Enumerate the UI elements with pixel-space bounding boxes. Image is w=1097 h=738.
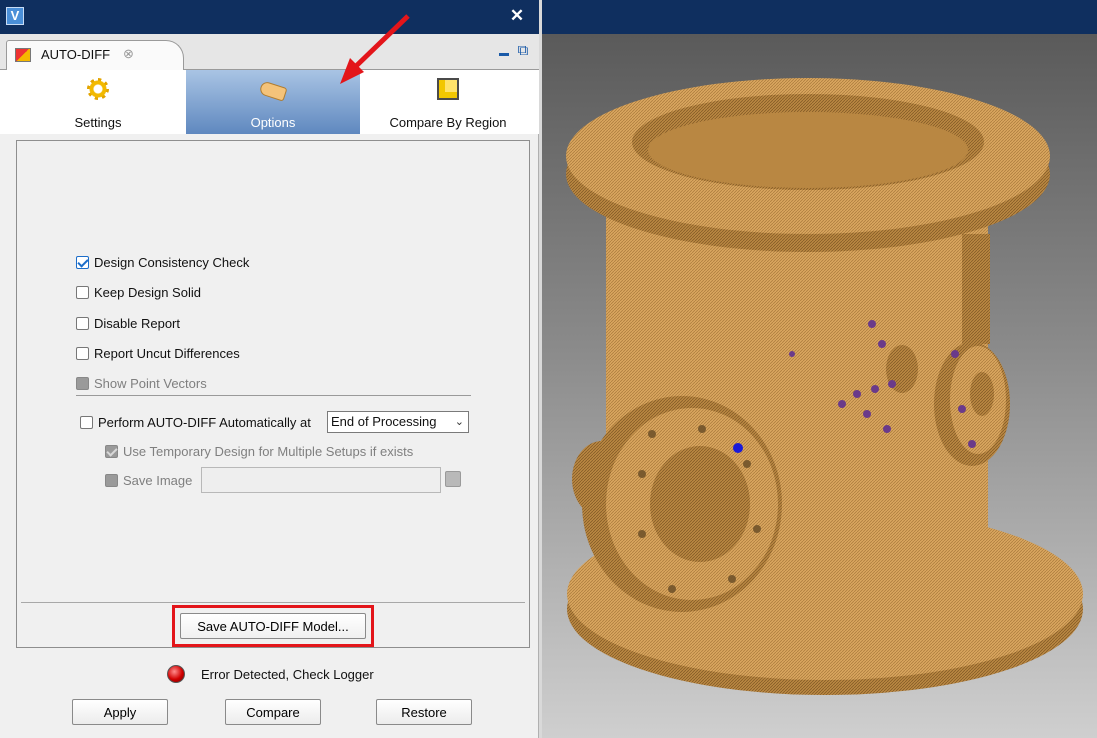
design-consistency-check-checkbox[interactable] — [76, 255, 89, 269]
perform-when-select[interactable]: End of Processing ⌄ — [327, 411, 469, 433]
save-image-checkbox — [105, 473, 118, 487]
save-auto-diff-model-button[interactable]: Save AUTO-DIFF Model... — [180, 613, 366, 639]
disable-report-checkbox[interactable] — [76, 316, 89, 330]
tab-settings[interactable]: Settings — [10, 70, 186, 134]
apply-button[interactable]: Apply — [72, 699, 168, 725]
float-window-icon[interactable]: ⧉ — [514, 42, 532, 60]
perform-auto-diff-checkbox[interactable] — [80, 415, 93, 429]
keep-design-solid-checkbox[interactable] — [76, 285, 89, 299]
status-text: Error Detected, Check Logger — [201, 666, 374, 682]
divider — [76, 395, 471, 396]
save-image-path-field — [201, 467, 441, 493]
tab-auto-diff[interactable]: AUTO-DIFF ⊗ — [6, 40, 184, 70]
perform-when-value: End of Processing — [331, 414, 437, 429]
error-light-icon — [167, 665, 185, 683]
use-temporary-design-row: Use Temporary Design for Multiple Setups… — [105, 441, 413, 461]
design-consistency-check-label: Design Consistency Check — [94, 254, 250, 270]
tab-compare-by-region-label: Compare By Region — [389, 115, 507, 130]
chevron-down-icon: ⌄ — [454, 416, 464, 428]
cube-icon — [437, 78, 459, 100]
report-uncut-differences-label: Report Uncut Differences — [94, 345, 240, 361]
restore-button[interactable]: Restore — [376, 699, 472, 725]
tab-options-label: Options — [250, 115, 296, 130]
close-icon[interactable]: ✕ — [507, 6, 527, 26]
compare-button[interactable]: Compare — [225, 699, 321, 725]
status-indicator: Error Detected, Check Logger — [167, 664, 374, 684]
save-image-label: Save Image — [123, 472, 193, 488]
perform-auto-diff-row[interactable]: Perform AUTO-DIFF Automatically at — [80, 412, 311, 432]
gear-icon — [87, 78, 109, 100]
auto-diff-panel: AUTO-DIFF ⊗ ⧉ Settings Options Compare B… — [0, 34, 539, 738]
minimize-icon[interactable] — [497, 44, 511, 58]
3d-viewport[interactable] — [542, 34, 1097, 738]
tab-settings-label: Settings — [74, 115, 122, 130]
show-point-vectors-label: Show Point Vectors — [94, 375, 207, 391]
keep-design-solid-row[interactable]: Keep Design Solid — [76, 282, 201, 302]
options-toolbar: Settings Options Compare By Region — [0, 70, 539, 134]
title-bar: V ✕ — [0, 0, 1097, 34]
hand-icon — [258, 80, 288, 102]
use-temporary-design-checkbox — [105, 444, 118, 458]
options-content: Design Consistency Check Keep Design Sol… — [16, 140, 530, 648]
tab-close-icon[interactable]: ⊗ — [123, 46, 134, 62]
tab-compare-by-region[interactable]: Compare By Region — [360, 70, 536, 134]
tab-options[interactable]: Options — [186, 70, 360, 134]
app-logo-icon: V — [6, 7, 24, 25]
auto-diff-icon — [15, 48, 31, 62]
keep-design-solid-label: Keep Design Solid — [94, 284, 201, 300]
highlight-box: Save AUTO-DIFF Model... — [172, 605, 374, 647]
divider — [21, 602, 525, 603]
disable-report-row[interactable]: Disable Report — [76, 313, 180, 333]
use-temporary-design-label: Use Temporary Design for Multiple Setups… — [123, 443, 414, 459]
tab-label: AUTO-DIFF — [41, 47, 111, 62]
save-image-row: Save Image — [105, 470, 192, 490]
report-uncut-differences-checkbox[interactable] — [76, 346, 89, 360]
perform-auto-diff-label: Perform AUTO-DIFF Automatically at — [98, 414, 311, 430]
tab-strip: AUTO-DIFF ⊗ ⧉ — [0, 34, 539, 70]
show-point-vectors-checkbox — [76, 376, 89, 390]
report-uncut-differences-row[interactable]: Report Uncut Differences — [76, 343, 240, 363]
disable-report-label: Disable Report — [94, 315, 180, 331]
show-point-vectors-row: Show Point Vectors — [76, 373, 207, 393]
browse-folder-icon — [445, 471, 461, 487]
design-consistency-check-row[interactable]: Design Consistency Check — [76, 252, 249, 272]
model-render — [566, 78, 1083, 695]
